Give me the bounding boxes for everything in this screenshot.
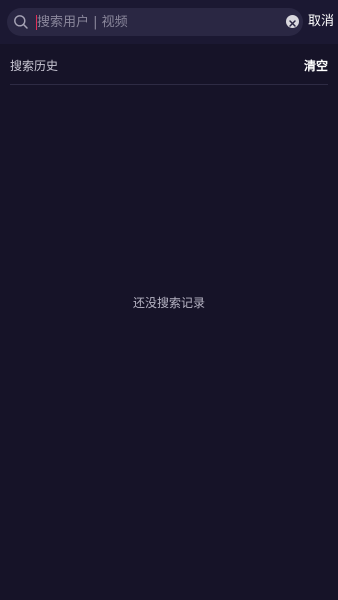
divider (10, 84, 328, 85)
search-screen: 取消 搜索历史 清空 还没搜索记录 (0, 0, 338, 600)
clear-input-icon[interactable] (286, 15, 299, 28)
cancel-button[interactable]: 取消 (308, 13, 334, 30)
empty-history-message: 还没搜索记录 (132, 296, 205, 310)
search-bar-row: 取消 (0, 0, 338, 44)
search-input[interactable] (37, 8, 285, 36)
clear-history-button[interactable]: 清空 (304, 57, 328, 74)
search-box[interactable] (7, 8, 303, 36)
search-history-title: 搜索历史 (10, 59, 59, 73)
search-icon (13, 14, 29, 30)
search-history-header: 搜索历史 清空 (10, 56, 328, 76)
